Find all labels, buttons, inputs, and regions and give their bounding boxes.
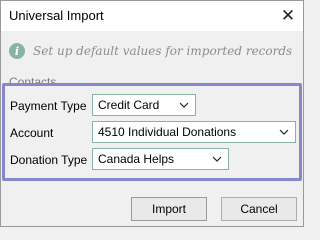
info-icon: i — [9, 43, 25, 59]
title-bar: Universal Import ✕ — [1, 1, 303, 31]
donation-type-value: Canada Helps — [98, 152, 175, 166]
chevron-down-icon — [279, 129, 289, 135]
info-message: i Set up default values for imported rec… — [9, 41, 292, 61]
donation-type-label: Donation Type — [10, 153, 88, 167]
chevron-down-icon — [212, 156, 222, 162]
close-icon[interactable]: ✕ — [273, 1, 303, 31]
cancel-button[interactable]: Cancel — [221, 197, 297, 221]
payment-type-label: Payment Type — [10, 99, 87, 113]
info-text: Set up default values for imported recor… — [33, 44, 293, 58]
universal-import-dialog: Universal Import ✕ i Set up default valu… — [0, 0, 304, 227]
account-value: 4510 Individual Donations — [98, 125, 237, 139]
chevron-down-icon — [179, 102, 189, 108]
window-title: Universal Import — [9, 8, 104, 23]
account-label: Account — [10, 126, 54, 140]
account-select[interactable]: 4510 Individual Donations — [92, 121, 296, 143]
donation-type-select[interactable]: Canada Helps — [92, 148, 229, 170]
import-button[interactable]: Import — [131, 197, 207, 221]
payment-type-select[interactable]: Credit Card — [92, 94, 196, 116]
payment-type-value: Credit Card — [98, 98, 160, 112]
